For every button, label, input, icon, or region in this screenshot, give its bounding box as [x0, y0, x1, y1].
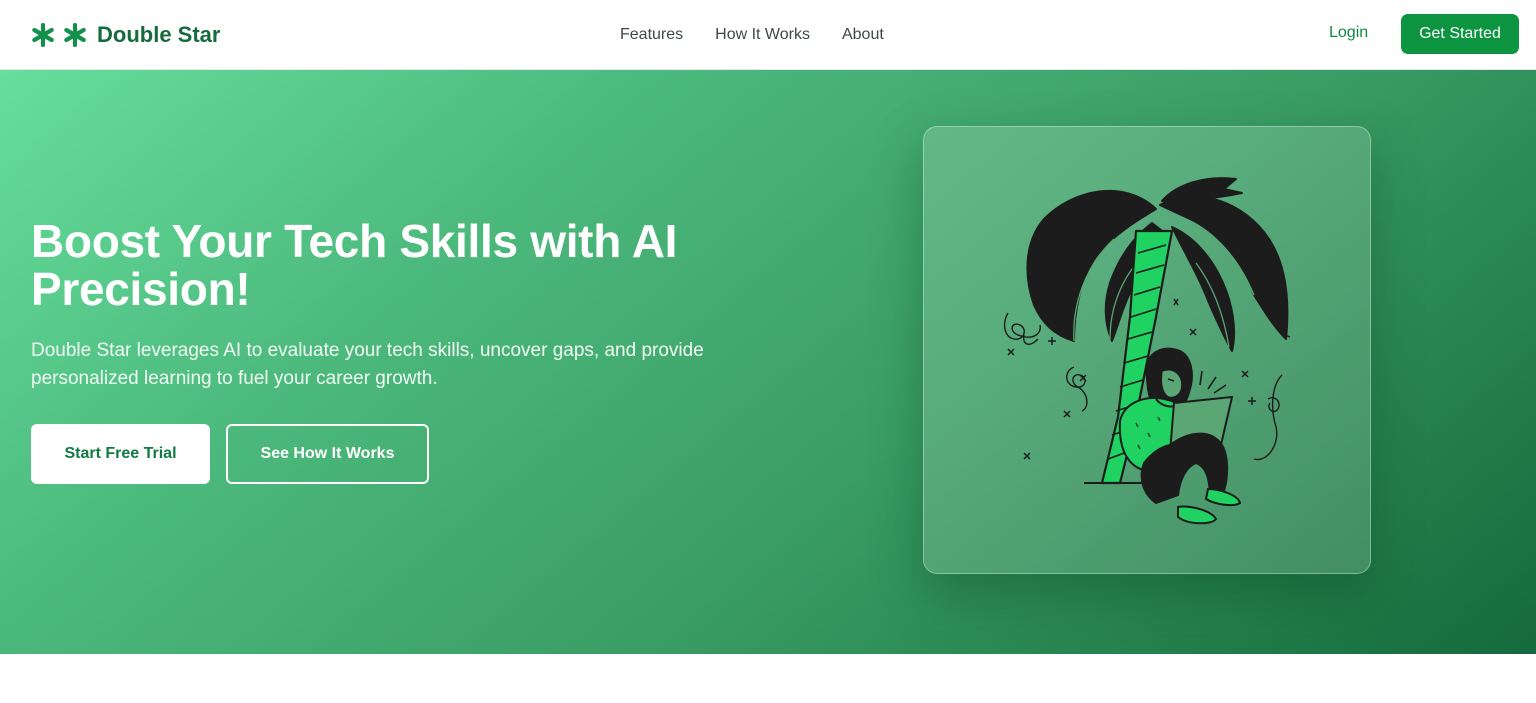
get-started-button[interactable]: Get Started [1401, 14, 1519, 54]
main-nav: Features How It Works About [620, 0, 884, 70]
hero-illustration-card [923, 126, 1371, 574]
start-free-trial-button[interactable]: Start Free Trial [31, 424, 210, 484]
brand-logo[interactable]: Double Star [31, 19, 220, 51]
top-navbar: Double Star Features How It Works About … [0, 0, 1536, 70]
hero-title: Boost Your Tech Skills with AI Precision… [31, 215, 678, 315]
login-link[interactable]: Login [1329, 24, 1368, 42]
asterisk-icon [32, 23, 54, 47]
brand-name: Double Star [97, 22, 221, 47]
hero-section: Boost Your Tech Skills with AI Precision… [0, 70, 1536, 654]
nav-link-features[interactable]: Features [620, 26, 683, 44]
asterisk-icon [64, 23, 86, 47]
nav-link-about[interactable]: About [842, 26, 884, 44]
person-with-laptop-under-palm-tree-illustration [1003, 177, 1291, 525]
see-how-it-works-button[interactable]: See How It Works [226, 424, 429, 484]
nav-link-how-it-works[interactable]: How It Works [715, 26, 810, 44]
hero-subtitle: Double Star leverages AI to evaluate you… [31, 340, 704, 389]
